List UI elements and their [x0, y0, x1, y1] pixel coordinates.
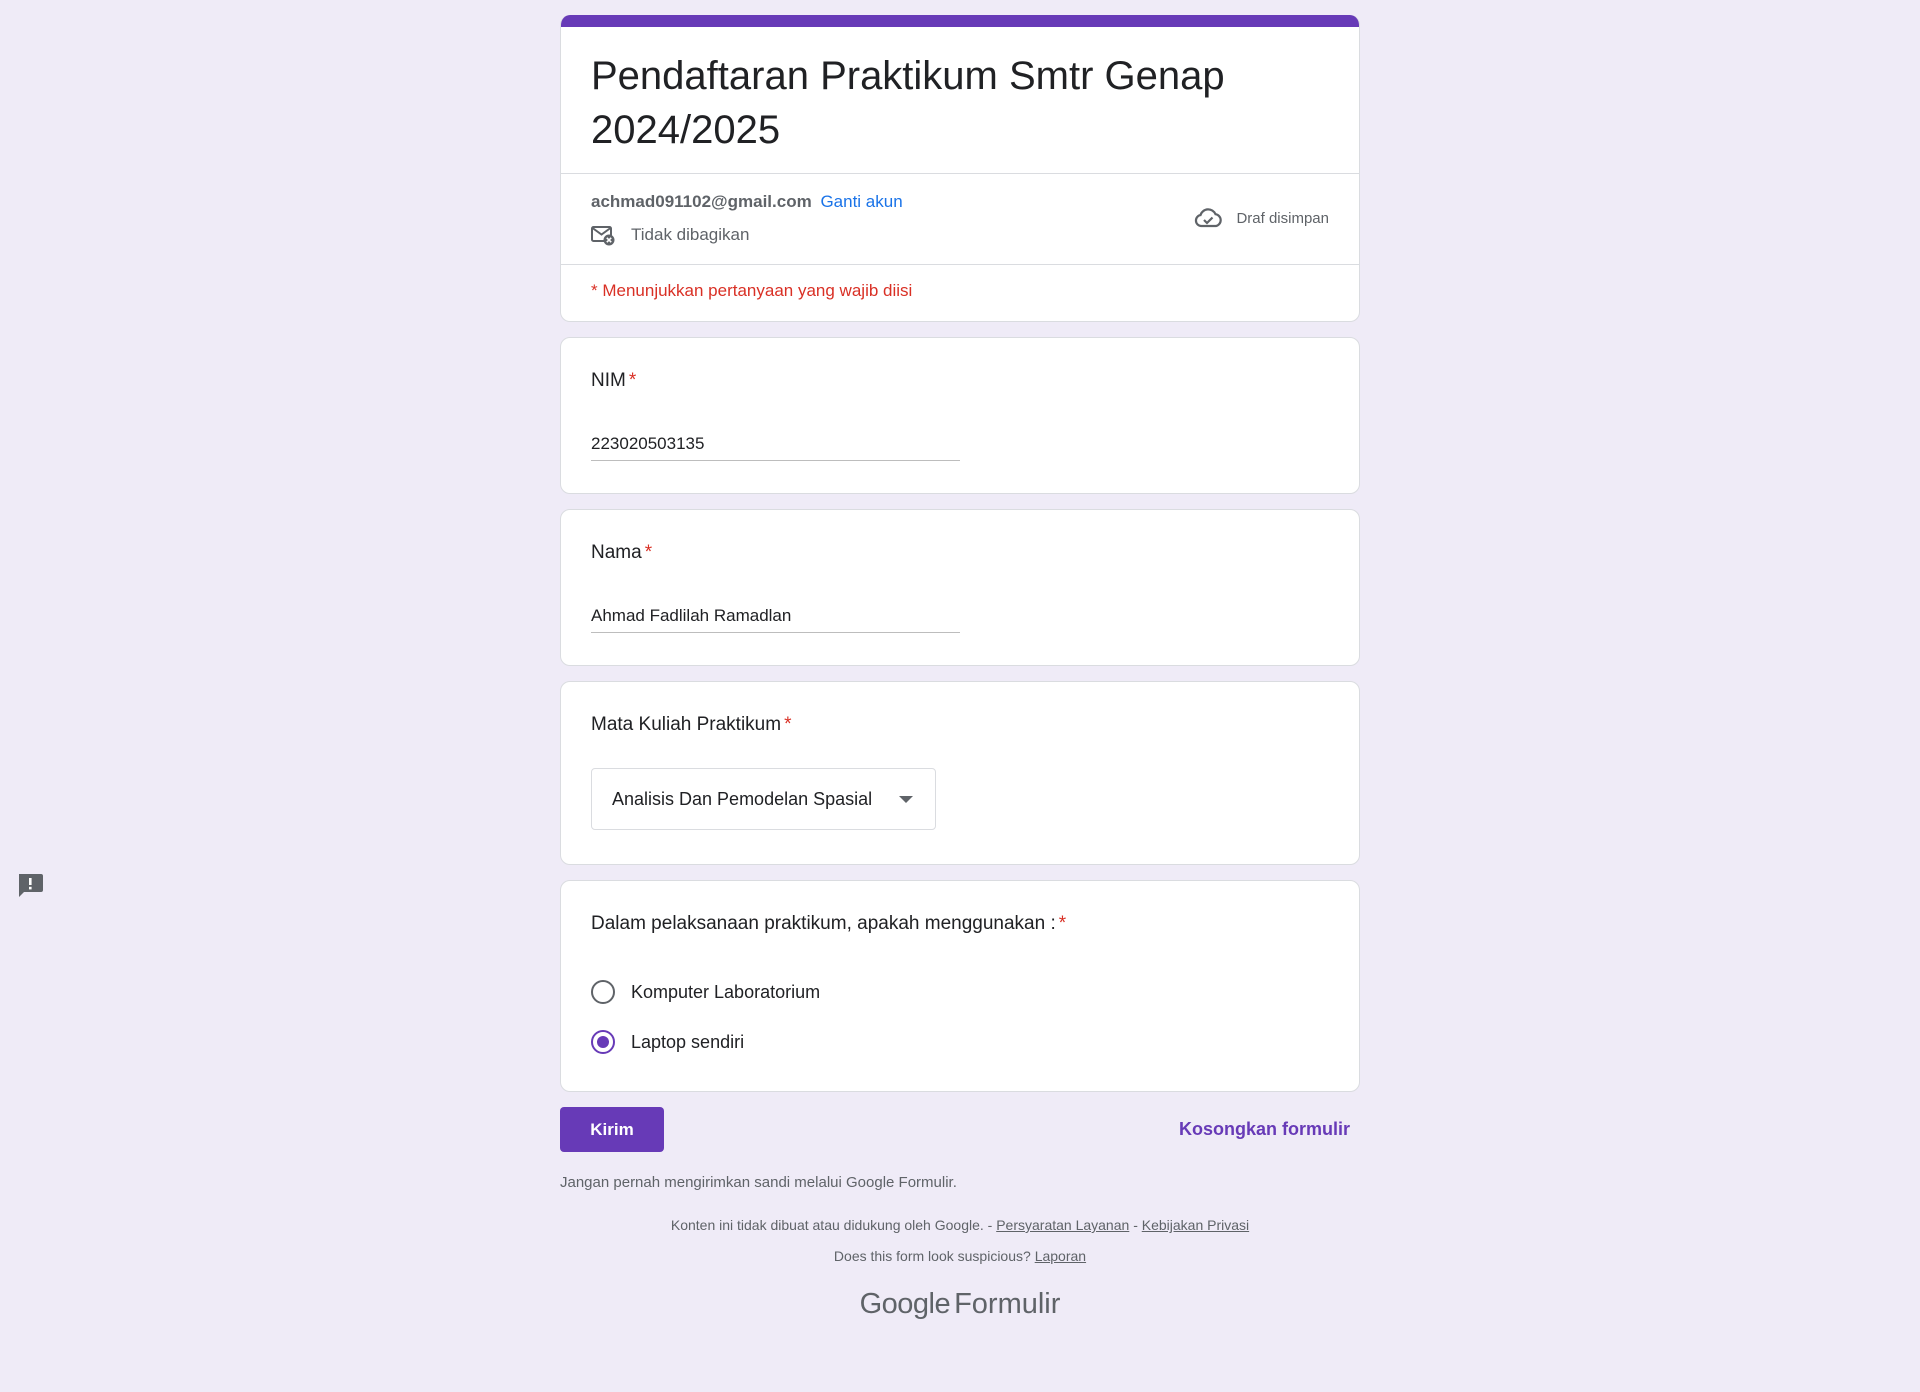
radio-label: Laptop sendiri — [631, 1031, 745, 1052]
question-title: Mata Kuliah Praktikum * — [591, 712, 1329, 738]
brand-product: Formulir — [954, 1288, 1061, 1320]
google-forms-logo[interactable]: Google Formulir — [560, 1288, 1360, 1321]
required-asterisk: * — [784, 714, 792, 735]
footer-separator: - — [1133, 1217, 1138, 1233]
report-link[interactable]: Laporan — [1035, 1248, 1086, 1264]
question-title: Nama * — [591, 540, 1329, 566]
radio-button-selected[interactable] — [591, 1030, 615, 1054]
privacy-link[interactable]: Kebijakan Privasi — [1142, 1217, 1249, 1233]
account-row: achmad091102@gmail.com Ganti akun Tidak … — [561, 174, 1359, 264]
question-title-text: Mata Kuliah Praktikum — [591, 714, 782, 735]
form-header-card: Pendaftaran Praktikum Smtr Genap 2024/20… — [560, 15, 1360, 322]
question-title-text: NIM — [591, 370, 626, 391]
sharing-status-label: Tidak dibagikan — [631, 225, 750, 244]
disclaimer-text: Konten ini tidak dibuat atau didukung ol… — [670, 1217, 993, 1233]
question-perangkat: Dalam pelaksanaan praktikum, apakah meng… — [560, 880, 1360, 1092]
question-nim: NIM * — [560, 337, 1360, 494]
form-container: Pendaftaran Praktikum Smtr Genap 2024/20… — [560, 15, 1360, 1321]
form-title: Pendaftaran Praktikum Smtr Genap 2024/20… — [591, 54, 1225, 152]
nim-input[interactable] — [591, 430, 960, 461]
mata-kuliah-dropdown[interactable]: Analisis Dan Pemodelan Spasial — [591, 768, 936, 830]
nama-input[interactable] — [591, 602, 960, 633]
draft-status-label: Draf disimpan — [1236, 209, 1329, 227]
required-asterisk: * — [1058, 913, 1067, 934]
radio-label: Komputer Laboratorium — [631, 981, 821, 1002]
radio-option-laptop-sendiri[interactable]: Laptop sendiri — [591, 1017, 1329, 1067]
account-email: achmad091102@gmail.com — [591, 192, 812, 211]
terms-link[interactable]: Persyaratan Layanan — [996, 1217, 1129, 1233]
password-warning: Jangan pernah mengirimkan sandi melalui … — [560, 1174, 957, 1191]
question-title: Dalam pelaksanaan praktikum, apakah meng… — [591, 911, 1329, 937]
header-accent-bar — [561, 15, 1359, 27]
required-note: * Menunjukkan pertanyaan yang wajib diis… — [591, 281, 913, 300]
email-not-shared-icon — [591, 226, 615, 246]
clear-form-button[interactable]: Kosongkan formulir — [1179, 1119, 1350, 1140]
report-problem-icon[interactable] — [16, 872, 44, 898]
switch-account-link[interactable]: Ganti akun — [820, 192, 902, 211]
question-nama: Nama * — [560, 509, 1360, 666]
cloud-saved-icon — [1195, 208, 1223, 228]
required-asterisk: * — [628, 370, 637, 391]
suspicious-text: Does this form look suspicious? — [833, 1248, 1031, 1264]
question-title-text: Nama — [591, 542, 642, 563]
dropdown-arrow-icon — [899, 795, 913, 803]
radio-group: Komputer Laboratorium Laptop sendiri — [591, 967, 1329, 1067]
draft-status: Draf disimpan — [1194, 207, 1329, 229]
dropdown-selected-value: Analisis Dan Pemodelan Spasial — [612, 788, 873, 809]
question-mata-kuliah: Mata Kuliah Praktikum * Analisis Dan Pemo… — [560, 681, 1360, 865]
radio-option-komputer-laboratorium[interactable]: Komputer Laboratorium — [591, 967, 1329, 1017]
required-asterisk: * — [644, 542, 653, 563]
brand-google: Google — [859, 1288, 951, 1320]
question-title: NIM * — [591, 368, 1329, 394]
question-title-text: Dalam pelaksanaan praktikum, apakah meng… — [591, 913, 1056, 934]
radio-button[interactable] — [591, 980, 615, 1004]
form-actions: Kirim Kosongkan formulir — [560, 1107, 1360, 1152]
submit-button[interactable]: Kirim — [560, 1107, 664, 1152]
footer-disclaimer: Konten ini tidak dibuat atau didukung ol… — [560, 1215, 1360, 1235]
footer-suspicious: Does this form look suspicious? Laporan — [560, 1248, 1360, 1264]
